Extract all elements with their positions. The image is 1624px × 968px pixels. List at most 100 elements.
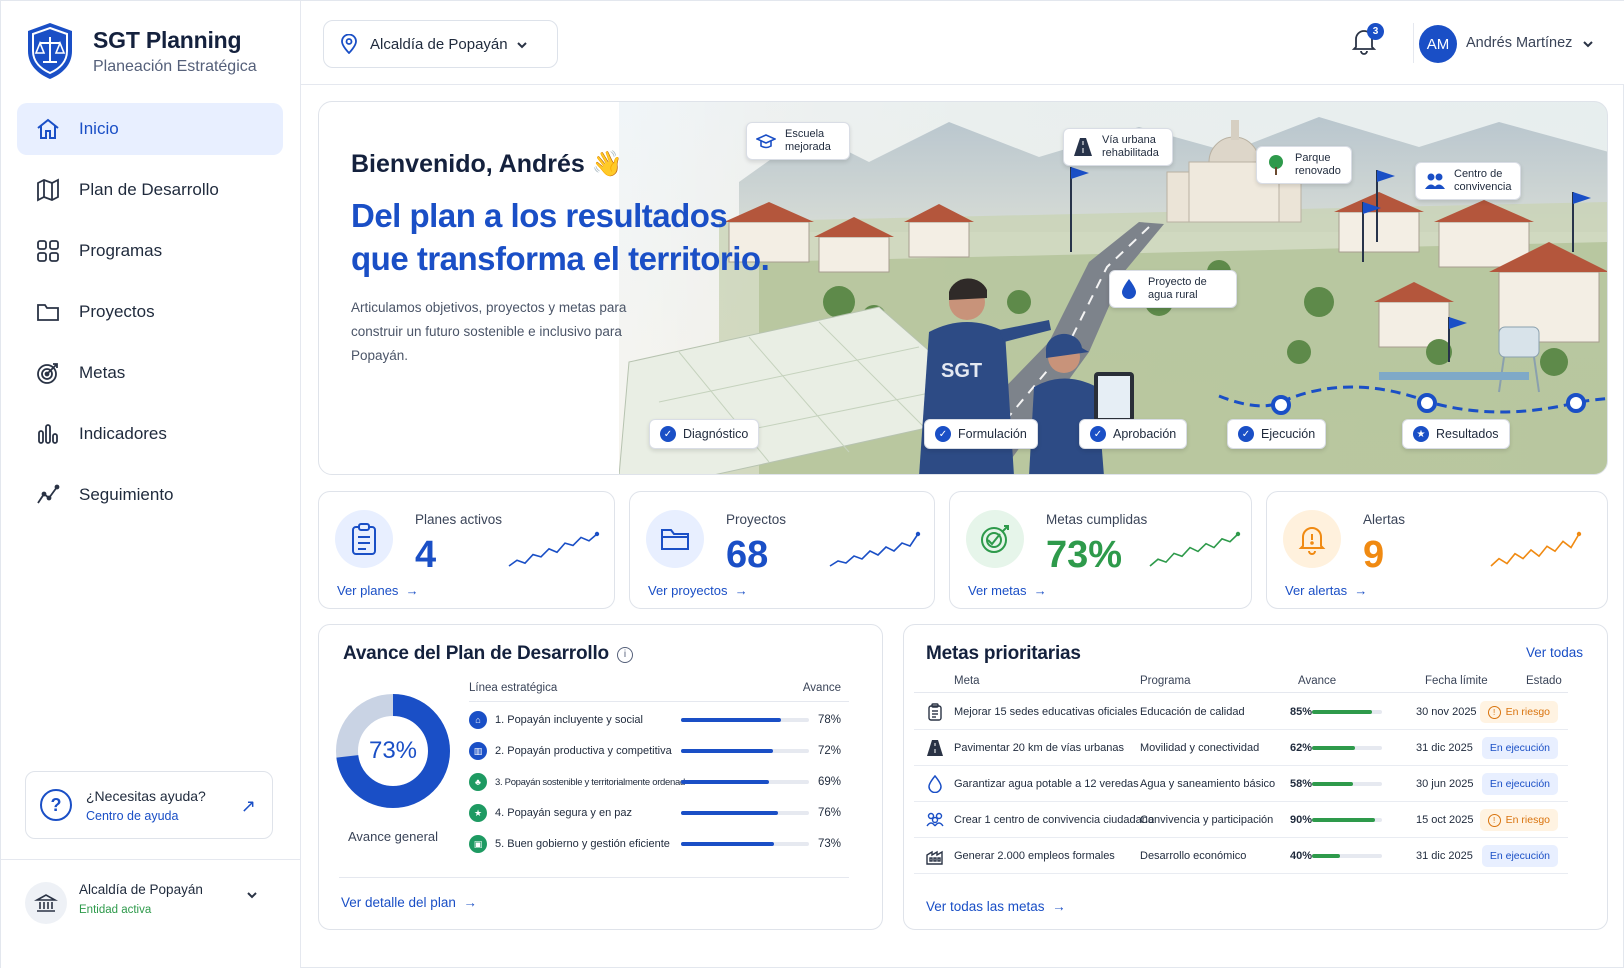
stage-diagnostico[interactable]: ✓ Diagnóstico [649, 419, 760, 449]
sidebar-item-indicadores[interactable]: Indicadores [17, 408, 283, 460]
check-icon: ✓ [1238, 426, 1254, 442]
stage-resultados[interactable]: ★ Resultados [1402, 419, 1510, 449]
progress-fill [681, 780, 770, 784]
kpi-card-proyectos[interactable]: Proyectos 68 Ver proyectos → [629, 491, 935, 609]
sidebar-item-plan-de-desarrollo[interactable]: Plan de Desarrollo [17, 164, 283, 216]
alert-circle-icon: ! [1487, 813, 1501, 827]
organization-select-value: Alcaldía de Popayán [370, 35, 508, 53]
goal-deadline: 30 jun 2025 [1416, 778, 1474, 790]
table-row[interactable]: Generar 2.000 empleos formales Desarroll… [914, 838, 1568, 874]
status-label: En ejecución [1489, 778, 1550, 790]
community-icon [926, 812, 944, 827]
help-title: ¿Necesitas ayuda? [86, 787, 206, 804]
sidebar-item-inicio[interactable]: Inicio [17, 103, 283, 155]
sparkline-path [1149, 533, 1239, 567]
tag-agua[interactable]: Proyecto de agua rural [1109, 270, 1237, 308]
all-goals-link[interactable]: Ver todas las metas → [926, 899, 1066, 914]
progress-bar [1312, 710, 1382, 714]
status-badge: En ejecución [1481, 773, 1558, 795]
tag-escuela[interactable]: Escuela mejorada [746, 122, 850, 160]
kpi-card-metas[interactable]: Metas cumplidas 73% Ver metas → [949, 491, 1252, 609]
factory-icon: ▥ [469, 742, 487, 760]
progress-bar [1312, 818, 1382, 822]
sidebar-item-programas[interactable]: Programas [17, 225, 283, 277]
star-icon: ★ [1413, 426, 1429, 442]
plan-detail-link[interactable]: Ver detalle del plan → [341, 895, 477, 910]
sparkline [829, 531, 921, 567]
strategic-line-row[interactable]: ▣ 5. Buen gobierno y gestión eficiente 7… [469, 829, 849, 859]
line-percent: 72% [817, 745, 841, 757]
brand-title: SGT Planning [93, 26, 242, 53]
help-card[interactable]: ? ¿Necesitas ayuda? Centro de ayuda ↗ [25, 771, 273, 839]
progress-fill [681, 842, 775, 846]
kpi-link-label: Ver alertas [1285, 583, 1348, 598]
kpi-value: 9 [1363, 534, 1385, 576]
kpi-card-alertas[interactable]: Alertas 9 Ver alertas → [1266, 491, 1608, 609]
col-estado: Estado [1526, 675, 1562, 687]
progress-fill [1312, 818, 1375, 822]
user-name[interactable]: Andrés Martínez [1466, 35, 1572, 51]
col-avance: Avance [802, 682, 841, 694]
avatar[interactable]: AM [1419, 25, 1457, 63]
table-row[interactable]: Pavimentar 20 km de vías urbanas Movilid… [914, 730, 1568, 766]
bar-chart-icon [38, 424, 58, 444]
kpi-card-planes[interactable]: Planes activos 4 Ver planes → [318, 491, 615, 609]
help-center-link[interactable]: Centro de ayuda [86, 809, 206, 823]
svg-text:SGT: SGT [941, 360, 982, 382]
status-label: En riesgo [1505, 814, 1550, 826]
kpi-label: Planes activos [415, 512, 503, 527]
goal-deadline: 30 nov 2025 [1416, 706, 1477, 718]
strategic-line-row[interactable]: ⌂ 1. Popayán incluyente y social 78% [469, 705, 849, 735]
line-name: 2. Popayán productiva y competitiva [495, 745, 672, 757]
table-row[interactable]: Crear 1 centro de convivencia ciudadana … [914, 802, 1568, 838]
strategic-line-row[interactable]: ▥ 2. Popayán productiva y competitiva 72… [469, 736, 849, 766]
col-line: Línea estratégica [469, 682, 558, 694]
tag-parque[interactable]: Parque renovado [1256, 146, 1352, 184]
goal-progress: 40% [1290, 850, 1313, 862]
sidebar-item-metas[interactable]: Metas [17, 347, 283, 399]
organization-select[interactable]: Alcaldía de Popayán [323, 20, 558, 68]
strategic-line-row[interactable]: ♣ 3. Popayán sostenible y territorialmen… [469, 767, 849, 797]
location-pin-icon [341, 34, 357, 54]
stage-formulacion[interactable]: ✓ Formulación [924, 419, 1038, 449]
sparkline-path [829, 533, 919, 567]
chevron-down-icon[interactable] [1581, 37, 1595, 51]
brand[interactable]: SGT Planning Planeación Estratégica [25, 21, 257, 81]
lines-table-header: Línea estratégica Avance [469, 682, 849, 702]
sparkline-endpoint [915, 531, 921, 537]
goal-name: Crear 1 centro de convivencia ciudadana [954, 814, 1154, 826]
progress-fill [681, 718, 781, 722]
table-row[interactable]: Mejorar 15 sedes educativas oficiales Ed… [914, 694, 1568, 730]
progress-fill [1312, 854, 1340, 858]
info-icon[interactable]: i [616, 646, 633, 663]
kpi-link[interactable]: Ver alertas → [1285, 583, 1367, 598]
strategic-line-row[interactable]: ★ 4. Popayán segura y en paz 76% [469, 798, 849, 828]
goal-program: Desarrollo económico [1140, 850, 1247, 862]
col-programa: Programa [1140, 675, 1191, 687]
sparkline [508, 531, 600, 567]
hero-title: Del plan a los resultados que transforma… [351, 197, 770, 277]
road-icon [1072, 136, 1094, 158]
progress-bar [1312, 746, 1382, 750]
factory-icon [926, 850, 943, 865]
goal-program: Movilidad y conectividad [1140, 742, 1260, 754]
sidebar-item-seguimiento[interactable]: Seguimiento [17, 469, 283, 521]
stage-ejecucion[interactable]: ✓ Ejecución [1227, 419, 1327, 449]
table-row[interactable]: Garantizar agua potable a 12 veredas Agu… [914, 766, 1568, 802]
entity-switcher[interactable]: Alcaldía de Popayán Entidad activa [1, 859, 301, 968]
sidebar-item-proyectos[interactable]: Proyectos [17, 286, 283, 338]
shield-icon: ★ [469, 804, 487, 822]
chevron-down-icon[interactable] [245, 888, 259, 902]
stage-aprobacion[interactable]: ✓ Aprobación [1079, 419, 1188, 449]
progress-fill [681, 811, 779, 815]
priority-goals-panel: Metas prioritarias Ver todas Meta Progra… [903, 624, 1608, 930]
kpi-link[interactable]: Ver proyectos → [648, 583, 748, 598]
sparkline [1149, 531, 1241, 567]
goal-program: Agua y saneamiento básico [1140, 778, 1276, 790]
tag-centro[interactable]: Centro de convivencia [1415, 162, 1521, 200]
kpi-link[interactable]: Ver metas → [968, 583, 1047, 598]
tag-via[interactable]: Vía urbana rehabilitada [1063, 128, 1173, 166]
view-all-link[interactable]: Ver todas [1526, 645, 1583, 660]
progress-bar [681, 842, 809, 846]
kpi-link[interactable]: Ver planes → [337, 583, 419, 598]
